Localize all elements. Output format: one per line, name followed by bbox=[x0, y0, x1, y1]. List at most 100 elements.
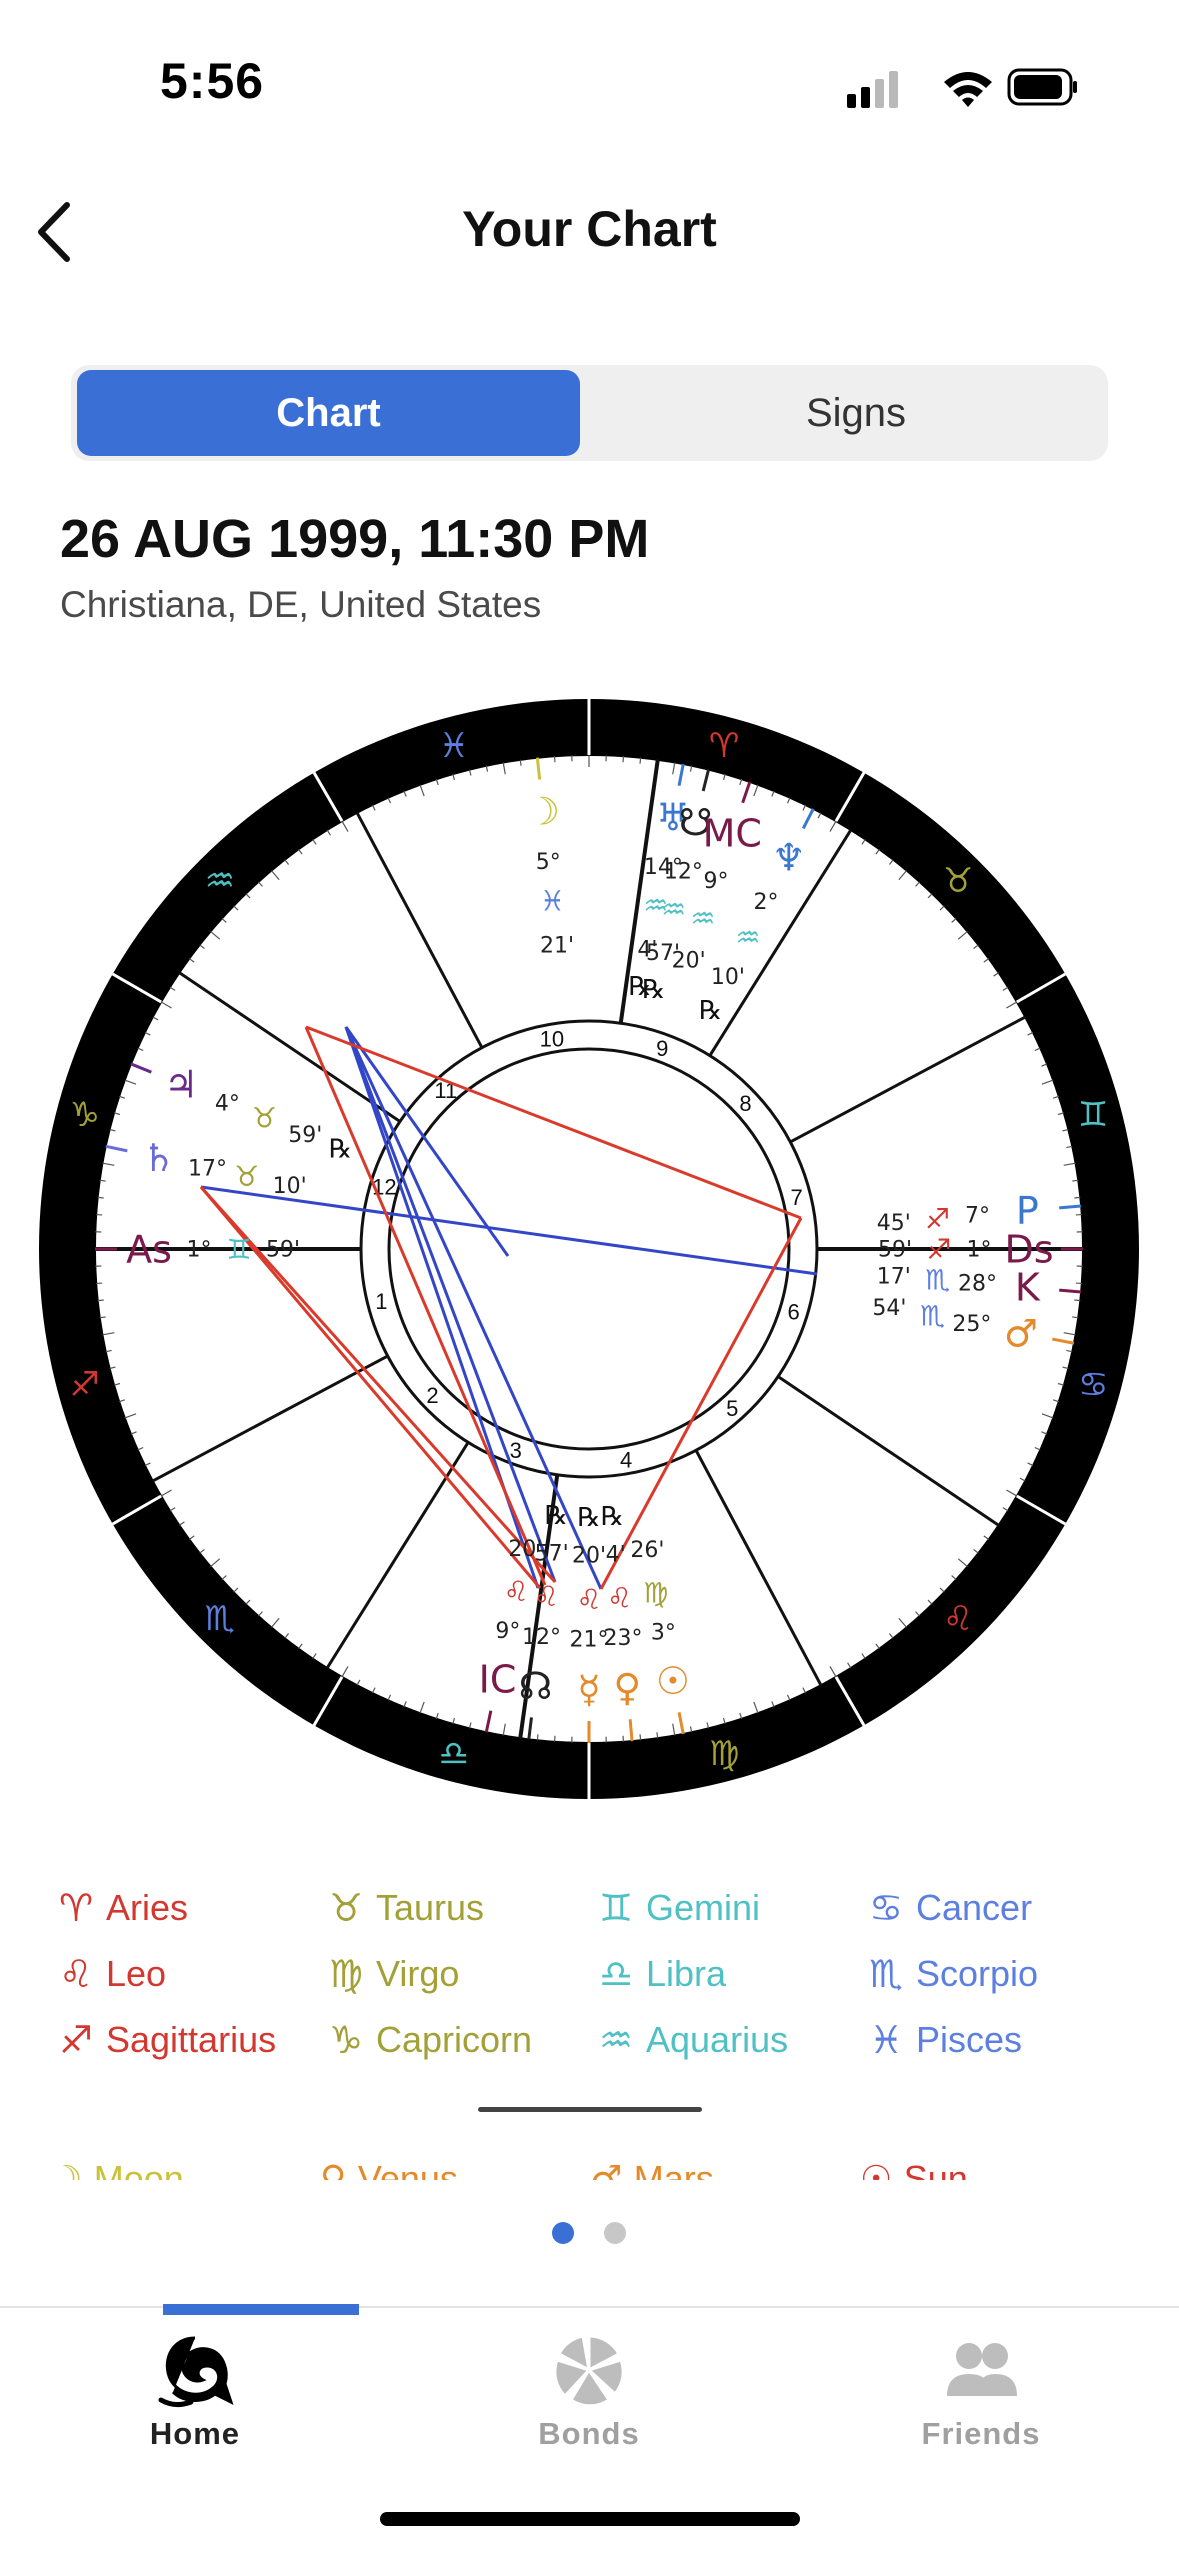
view-segmented-control: Chart Signs bbox=[71, 365, 1108, 461]
legend-item-cancer: ♋ Cancer bbox=[860, 1886, 1032, 1930]
legend-label: Taurus bbox=[376, 1887, 485, 1928]
placement-sign-glyph: ♉ bbox=[252, 1102, 277, 1135]
placement-sign-glyph: ♌ bbox=[607, 1581, 632, 1614]
placement-degree: 2° bbox=[754, 890, 779, 915]
placement-degree: 12° bbox=[664, 859, 703, 884]
planet-legend-item-venus: ♀ Venus bbox=[320, 2158, 458, 2180]
legend-item-capricorn: ♑ Capricorn bbox=[320, 2018, 532, 2062]
placement-degree: 28° bbox=[958, 1272, 997, 1297]
placement-degree: 9° bbox=[703, 869, 728, 894]
placement-sign-glyph: ♒ bbox=[661, 893, 686, 926]
planet-legend-label: Venus bbox=[357, 2158, 458, 2180]
placement-sign-glyph: ♐ bbox=[925, 1202, 950, 1235]
placement-degree: 4° bbox=[215, 1092, 240, 1117]
placement-sign-glyph: ♏ bbox=[920, 1300, 945, 1333]
tab-bonds-label: Bonds bbox=[538, 2416, 640, 2451]
legend-label: Leo bbox=[106, 1953, 167, 1994]
legend-label: Capricorn bbox=[376, 2019, 533, 2060]
zodiac-sign-glyph: ♊ bbox=[1078, 1095, 1108, 1135]
placement-minutes: 26' bbox=[630, 1538, 664, 1563]
placement-tick bbox=[628, 1719, 634, 1742]
legend-label: Virgo bbox=[376, 1953, 460, 1994]
degree-tick bbox=[656, 1732, 659, 1739]
friends-icon bbox=[947, 2343, 1017, 2396]
legend-label: Scorpio bbox=[916, 1953, 1039, 1994]
planet-legend-label: Mars bbox=[633, 2158, 714, 2180]
placement-degree: 3° bbox=[651, 1621, 676, 1646]
legend-item-pisces: ♓ Pisces bbox=[860, 2018, 1022, 2062]
placement-sign-glyph: ♌ bbox=[576, 1583, 601, 1616]
zodiac-cancer-icon: ♋ bbox=[868, 1886, 904, 1930]
planet-legend-peek: ☽ Moon ♀ Venus ♂ Mars ☉ Sun bbox=[50, 2150, 1150, 2180]
tab-friends[interactable]: Friends bbox=[851, 2308, 1111, 2478]
placement-glyph: K bbox=[1015, 1266, 1041, 1310]
zodiac-sign-glyph: ♎ bbox=[439, 1734, 469, 1774]
nav-bar: Your Chart bbox=[0, 170, 1179, 290]
placement-degree: 7° bbox=[965, 1204, 990, 1229]
placement-degree: 17° bbox=[188, 1157, 227, 1182]
active-tab-indicator bbox=[163, 2304, 359, 2315]
placement-sign-glyph: ♍ bbox=[643, 1576, 668, 1609]
legend-item-aquarius: ♒ Aquarius bbox=[590, 2018, 788, 2062]
degree-tick bbox=[97, 1299, 104, 1302]
placement-sign-glyph: ♌ bbox=[534, 1580, 559, 1613]
placement-minutes: 45' bbox=[877, 1211, 911, 1236]
placement-minutes: 57' bbox=[535, 1541, 569, 1566]
bonds-icon bbox=[553, 2334, 625, 2408]
planet-legend-item-mars: ♂ Mars bbox=[590, 2158, 714, 2180]
tab-home[interactable]: Home bbox=[65, 2304, 359, 2478]
planet-legend-item-moon: ☽ Moon bbox=[50, 2158, 184, 2180]
placement-minutes: 59' bbox=[288, 1123, 322, 1148]
tab-chart[interactable]: Chart bbox=[77, 370, 580, 456]
house-number: 1 bbox=[375, 1289, 387, 1314]
natal-chart-wheel[interactable]: ♓ ♒ ♑ ♐ ♏ ♎ ♍ ♌ ♋ ♊ ♉ ♈ 1 2 3 4 5 6 7 8 9 10 11 12 ☽ 5° ♓ 21' ♅ 14°… bbox=[36, 696, 1142, 1802]
zodiac-leo-icon: ♌ bbox=[58, 1952, 94, 1996]
wifi-icon bbox=[944, 72, 992, 107]
placement-minutes: 10' bbox=[273, 1174, 307, 1199]
legend-item-libra: ♎ Libra bbox=[590, 1952, 726, 1996]
placement-minutes: 4' bbox=[606, 1543, 626, 1568]
page-dot-2[interactable] bbox=[604, 2222, 626, 2244]
zodiac-sign-glyph: ♒ bbox=[205, 861, 235, 901]
status-time: 5:56 bbox=[160, 53, 265, 109]
placement-glyph: ☿ bbox=[577, 1667, 600, 1711]
placement-glyph: IC bbox=[479, 1658, 517, 1702]
planet-legend-label: Sun bbox=[903, 2158, 968, 2180]
status-icons bbox=[839, 64, 1079, 114]
home-indicator bbox=[380, 2512, 800, 2526]
legend-item-taurus: ♉ Taurus bbox=[320, 1886, 484, 1930]
placement-glyph: MC bbox=[703, 811, 762, 855]
degree-tick bbox=[99, 1316, 106, 1319]
legend-label: Sagittarius bbox=[106, 2019, 277, 2060]
zodiac-sign-glyph: ♐ bbox=[70, 1365, 100, 1405]
birth-place: Christiana, DE, United States bbox=[60, 584, 542, 625]
battery-icon bbox=[1007, 68, 1077, 106]
venus-icon: ♀ bbox=[320, 2159, 358, 2180]
tab-signs[interactable]: Signs bbox=[611, 370, 1101, 456]
zodiac-libra-icon: ♎ bbox=[598, 1952, 634, 1996]
placement-tick bbox=[1059, 1288, 1082, 1294]
placement-minutes: 21' bbox=[540, 933, 574, 958]
legend-label: Aquarius bbox=[646, 2019, 789, 2060]
placement-degree: 5° bbox=[536, 850, 561, 875]
tab-home-label: Home bbox=[149, 2416, 241, 2451]
degree-tick bbox=[1072, 1316, 1079, 1319]
zodiac-sign-glyph: ♈ bbox=[709, 726, 739, 766]
zodiac-sagittarius-icon: ♐ bbox=[58, 2018, 94, 2062]
zodiac-sign-glyph: ♉ bbox=[943, 861, 973, 901]
page-dot-1[interactable] bbox=[552, 2222, 574, 2244]
house-number: 10 bbox=[540, 1026, 564, 1051]
house-number: 4 bbox=[620, 1448, 632, 1473]
house-number: 7 bbox=[791, 1185, 803, 1210]
tab-friends-label: Friends bbox=[921, 2416, 1041, 2451]
placement-minutes: 59' bbox=[878, 1238, 912, 1263]
house-number: 3 bbox=[510, 1438, 522, 1463]
placement-sign-glyph: ♉ bbox=[234, 1160, 259, 1193]
retrograde-marker: ℞ bbox=[642, 975, 665, 1005]
legend-item-virgo: ♍ Virgo bbox=[320, 1952, 459, 1996]
degree-tick bbox=[99, 1179, 106, 1182]
cellular-signal-icon bbox=[847, 71, 898, 108]
tab-bonds[interactable]: Bonds bbox=[459, 2308, 719, 2478]
zodiac-aquarius-icon: ♒ bbox=[598, 2018, 634, 2062]
placement-sign-glyph: ♊ bbox=[226, 1233, 251, 1266]
